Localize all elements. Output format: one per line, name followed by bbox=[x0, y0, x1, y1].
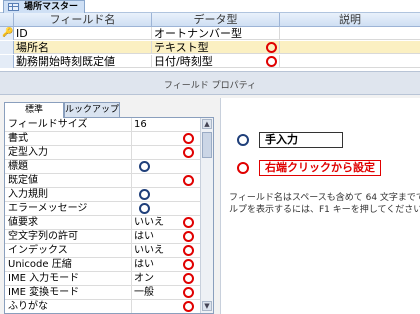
property-sheet: フィールドサイズ 16 書式 定型入力 標題 既定値 入力規則 エラーメッセージ… bbox=[4, 117, 214, 314]
scroll-up-icon[interactable]: ▲ bbox=[202, 119, 212, 129]
field-properties-pane: 標準 ルックアップ フィールドサイズ 16 書式 定型入力 標題 既定値 入力規… bbox=[0, 96, 420, 314]
document-tab-title: 場所マスター bbox=[24, 2, 79, 12]
property-row[interactable]: IME 入力モード オン bbox=[5, 272, 213, 286]
property-label: 空文字列の許可 bbox=[8, 231, 78, 242]
primary-key-icon: 🔑 bbox=[2, 28, 14, 38]
red-circle-marker bbox=[266, 42, 277, 53]
property-label: ふりがな bbox=[8, 301, 48, 312]
field-row[interactable]: 勤務開始時刻既定値 日付/時刻型 bbox=[0, 55, 420, 68]
description-cell[interactable] bbox=[280, 55, 420, 68]
tab-general[interactable]: 標準 bbox=[4, 102, 64, 118]
scroll-down-icon[interactable]: ▼ bbox=[202, 301, 212, 311]
property-label: 標題 bbox=[8, 161, 28, 172]
document-tab-bar: 場所マスター bbox=[0, 0, 420, 13]
property-row[interactable]: IME 変換モード 一般 bbox=[5, 286, 213, 300]
field-properties-label: フィールド プロパティ bbox=[163, 81, 257, 91]
grid-header: フィールド名 データ型 説明 bbox=[0, 13, 420, 27]
property-row[interactable]: 入力規則 bbox=[5, 188, 213, 202]
scroll-thumb[interactable] bbox=[202, 132, 212, 158]
blue-circle-legend-icon bbox=[237, 134, 249, 146]
property-label: IME 変換モード bbox=[8, 287, 80, 298]
property-row[interactable]: ふりがな bbox=[5, 300, 213, 314]
property-row[interactable]: 定型入力 bbox=[5, 146, 213, 160]
help-text-line: ルプを表示するには、F1 キーを押してください bbox=[229, 205, 420, 215]
header-field-name[interactable]: フィールド名 bbox=[14, 13, 152, 27]
blue-circle-marker bbox=[139, 189, 150, 200]
red-circle-legend-icon bbox=[237, 162, 249, 174]
red-circle-marker bbox=[183, 217, 194, 228]
property-label: 書式 bbox=[8, 133, 28, 144]
property-row[interactable]: フィールドサイズ 16 bbox=[5, 118, 213, 132]
red-circle-marker bbox=[183, 287, 194, 298]
header-data-type[interactable]: データ型 bbox=[152, 13, 280, 27]
document-tab[interactable]: 場所マスター bbox=[3, 0, 86, 13]
blue-circle-marker bbox=[139, 161, 150, 172]
property-label: IME 入力モード bbox=[8, 273, 80, 284]
red-circle-marker bbox=[183, 273, 194, 284]
field-name-cell[interactable]: ID bbox=[14, 27, 152, 40]
legend-right-click-setting: 右端クリックから設定 bbox=[259, 160, 381, 176]
description-cell[interactable] bbox=[280, 27, 420, 40]
blue-circle-marker bbox=[139, 203, 150, 214]
description-cell[interactable] bbox=[280, 41, 420, 54]
row-selector[interactable]: 🔑 bbox=[0, 27, 14, 40]
field-properties-band: フィールド プロパティ bbox=[0, 71, 420, 95]
row-selector[interactable] bbox=[0, 55, 14, 68]
field-grid: フィールド名 データ型 説明 🔑 ID オートナンバー型 場所名 テキスト型 勤… bbox=[0, 13, 420, 71]
header-description[interactable]: 説明 bbox=[280, 13, 420, 27]
red-circle-marker bbox=[183, 147, 194, 158]
property-row[interactable]: 書式 bbox=[5, 132, 213, 146]
property-label: 定型入力 bbox=[8, 147, 48, 158]
field-row[interactable]: 場所名 テキスト型 bbox=[0, 41, 420, 54]
property-label: 既定値 bbox=[8, 175, 38, 186]
field-name-cell[interactable]: 勤務開始時刻既定値 bbox=[14, 55, 152, 68]
red-circle-marker bbox=[266, 56, 277, 67]
help-text: フィールド名はスペースも含めて 64 文字までで ルプを表示するには、F1 キー… bbox=[229, 192, 420, 216]
property-label: エラーメッセージ bbox=[8, 203, 88, 214]
legend-manual-input: 手入力 bbox=[259, 132, 343, 148]
field-name-cell[interactable]: 場所名 bbox=[14, 41, 152, 54]
property-row[interactable]: インデックス いいえ bbox=[5, 244, 213, 258]
row-selector[interactable] bbox=[0, 41, 14, 54]
property-scrollbar[interactable]: ▲ ▼ bbox=[200, 118, 213, 313]
data-type-cell[interactable]: オートナンバー型 bbox=[152, 27, 280, 40]
data-type-cell[interactable]: テキスト型 bbox=[152, 41, 280, 54]
red-circle-marker bbox=[183, 245, 194, 256]
header-selector bbox=[0, 13, 14, 27]
red-circle-marker bbox=[183, 175, 194, 186]
data-type-cell[interactable]: 日付/時刻型 bbox=[152, 55, 280, 68]
property-row[interactable]: 既定値 bbox=[5, 174, 213, 188]
property-label: Unicode 圧縮 bbox=[8, 259, 72, 270]
red-circle-marker bbox=[183, 231, 194, 242]
tab-lookup[interactable]: ルックアップ bbox=[64, 102, 120, 117]
help-text-line: フィールド名はスペースも含めて 64 文字までで bbox=[229, 193, 420, 203]
table-icon bbox=[8, 3, 19, 11]
property-row[interactable]: 空文字列の許可 はい bbox=[5, 230, 213, 244]
property-label: 値要求 bbox=[8, 217, 38, 228]
red-circle-marker bbox=[183, 133, 194, 144]
property-row[interactable]: 値要求 いいえ bbox=[5, 216, 213, 230]
property-help-panel: 手入力 右端クリックから設定 フィールド名はスペースも含めて 64 文字までで … bbox=[220, 98, 420, 314]
property-label: 入力規則 bbox=[8, 189, 48, 200]
property-row[interactable]: エラーメッセージ bbox=[5, 202, 213, 216]
property-row[interactable]: Unicode 圧縮 はい bbox=[5, 258, 213, 272]
property-label: フィールドサイズ bbox=[8, 119, 88, 130]
red-circle-marker bbox=[183, 301, 194, 312]
property-value[interactable]: 16 bbox=[131, 118, 199, 131]
red-circle-marker bbox=[183, 259, 194, 270]
field-row[interactable]: 🔑 ID オートナンバー型 bbox=[0, 27, 420, 40]
property-row[interactable]: 標題 bbox=[5, 160, 213, 174]
property-label: インデックス bbox=[8, 245, 68, 256]
